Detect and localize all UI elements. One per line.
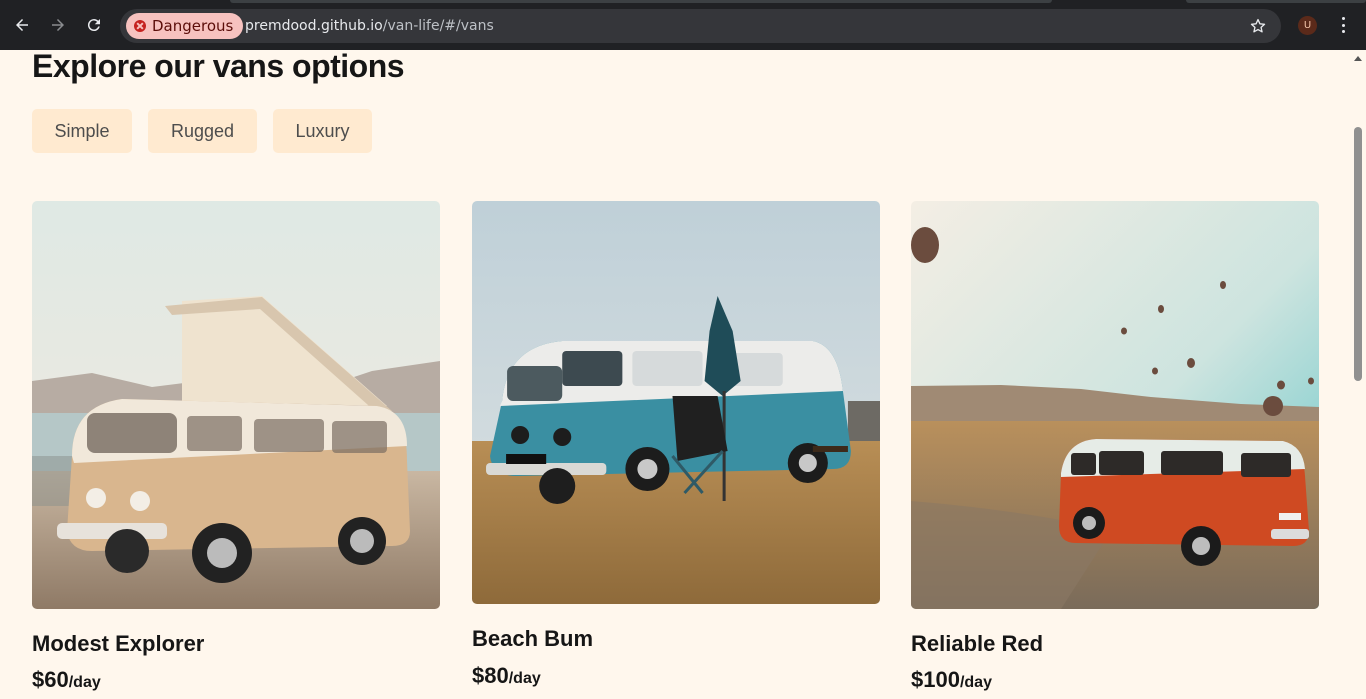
van-name[interactable]: Reliable Red [911,631,1043,657]
url-host: premdood.github.io [245,18,383,34]
browser-toolbar: Dangerous premdood.github.io/van-life/#/… [0,0,1366,50]
security-label: Dangerous [152,17,234,35]
van-photo-beige-camper[interactable] [32,201,440,609]
filter-luxury-button[interactable]: Luxury [273,109,372,153]
price-amount: $60 [32,667,69,692]
address-bar[interactable]: Dangerous premdood.github.io/van-life/#/… [120,9,1281,43]
scroll-up-arrow-icon[interactable] [1354,56,1362,61]
menu-dot [1341,23,1345,27]
van-photo-red-bus[interactable] [911,201,1319,609]
arrow-right-icon [52,19,64,31]
security-chip[interactable]: Dangerous [126,13,244,39]
forward-button[interactable] [47,14,69,36]
tab-strip [0,0,1366,3]
reload-icon [87,19,100,32]
url-text[interactable]: premdood.github.io/van-life/#/vans [245,9,494,43]
van-name[interactable]: Beach Bum [472,626,593,652]
danger-icon [134,20,146,32]
van-photo-teal-bus[interactable] [472,201,880,604]
tab-edge[interactable] [1186,0,1366,3]
menu-dot [1341,30,1345,33]
teal-bus-van-image [472,201,880,604]
red-bus-van-image [911,201,1319,609]
van-name[interactable]: Modest Explorer [32,631,204,657]
scrollbar-thumb[interactable] [1354,127,1362,381]
filter-simple-button[interactable]: Simple [32,109,132,153]
page-scrollbar[interactable] [1350,50,1366,699]
browser-menu-button[interactable] [1335,16,1351,34]
url-path: /van-life/#/vans [382,18,494,34]
price-amount: $80 [472,663,509,688]
active-tab-edge[interactable] [230,0,1052,3]
van-price: $100/day [911,667,992,693]
van-price: $80/day [472,663,541,689]
page-title: Explore our vans options [32,48,405,84]
star-icon [1250,18,1266,33]
price-unit: /day [508,670,541,687]
beige-camper-van-image [32,201,440,609]
price-unit: /day [68,674,101,691]
price-unit: /day [959,674,992,691]
profile-avatar[interactable]: U [1298,16,1317,35]
menu-dot [1341,17,1345,20]
van-price: $60/day [32,667,101,693]
arrow-left-icon [16,19,28,31]
back-button[interactable] [11,14,33,36]
price-amount: $100 [911,667,960,692]
reload-button[interactable] [83,14,105,36]
bookmark-button[interactable] [1249,17,1267,35]
filter-rugged-button[interactable]: Rugged [148,109,257,153]
